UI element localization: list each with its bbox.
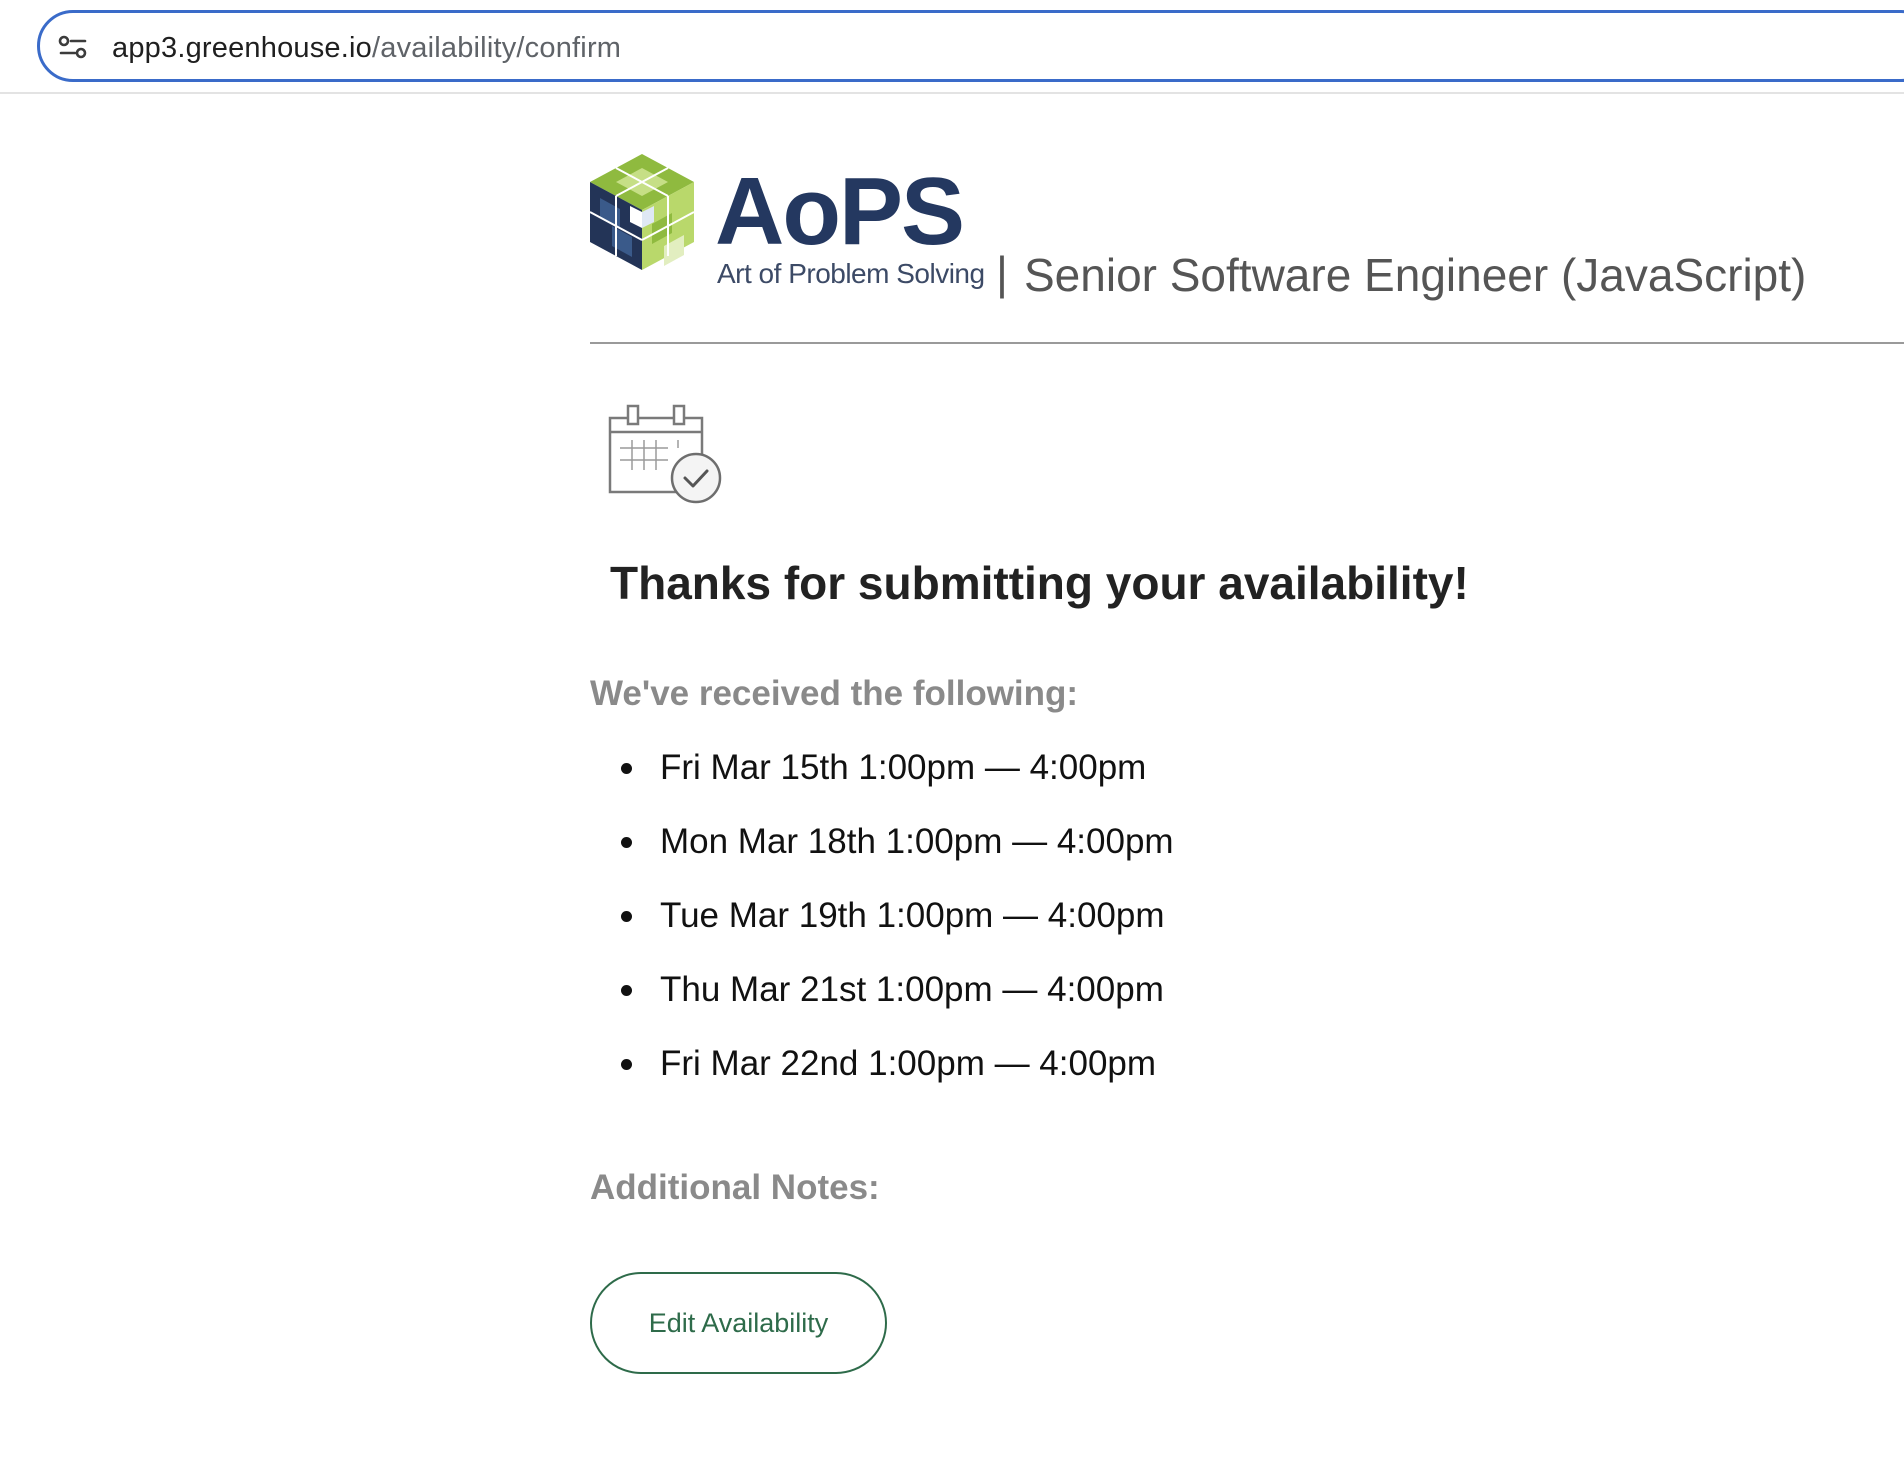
logo-tagline: Art of Problem Solving [717, 258, 985, 289]
confirmation-heading: Thanks for submitting your availability! [610, 557, 1469, 609]
header-divider [590, 342, 1904, 344]
availability-list: Fri Mar 15th 1:00pm — 4:00pm Mon Mar 18t… [590, 748, 1174, 1118]
bullet [621, 837, 632, 848]
slot-text: Tue Mar 19th 1:00pm — 4:00pm [660, 896, 1165, 935]
slot-text: Fri Mar 15th 1:00pm — 4:00pm [660, 748, 1147, 787]
title-separator: | [996, 247, 1008, 299]
bullet [621, 1059, 632, 1070]
additional-notes-label: Additional Notes: [590, 1168, 880, 1207]
url-host: app3.greenhouse.io [112, 32, 372, 64]
browser-toolbar: app3.greenhouse.io/availability/confirm [0, 0, 1904, 94]
calendar-check-icon [608, 402, 724, 506]
slot-text: Fri Mar 22nd 1:00pm — 4:00pm [660, 1044, 1157, 1083]
slot-text: Mon Mar 18th 1:00pm — 4:00pm [660, 822, 1174, 861]
list-item: Mon Mar 18th 1:00pm — 4:00pm [590, 822, 1174, 896]
brand-header: AoPS Art of Problem Solving | Senior Sof… [590, 154, 1904, 344]
bullet [621, 911, 632, 922]
received-label: We've received the following: [590, 674, 1079, 713]
url-text[interactable]: app3.greenhouse.io/availability/confirm [112, 31, 621, 65]
address-bar[interactable]: app3.greenhouse.io/availability/confirm [37, 10, 1904, 82]
list-item: Fri Mar 15th 1:00pm — 4:00pm [590, 748, 1174, 822]
job-title: Senior Software Engineer (JavaScript) [1024, 249, 1807, 301]
list-item: Fri Mar 22nd 1:00pm — 4:00pm [590, 1044, 1174, 1118]
url-path: /availability/confirm [371, 32, 622, 64]
edit-availability-button[interactable]: Edit Availability [590, 1272, 887, 1374]
list-item: Tue Mar 19th 1:00pm — 4:00pm [590, 896, 1174, 970]
bullet [621, 763, 632, 774]
aops-cube-logo [590, 154, 694, 270]
list-item: Thu Mar 21st 1:00pm — 4:00pm [590, 970, 1174, 1044]
page-content: AoPS Art of Problem Solving | Senior Sof… [0, 96, 1904, 1476]
slot-text: Thu Mar 21st 1:00pm — 4:00pm [660, 970, 1164, 1009]
bullet [621, 985, 632, 996]
tune-icon[interactable] [58, 33, 88, 61]
logo-wordmark: AoPS [715, 158, 965, 265]
